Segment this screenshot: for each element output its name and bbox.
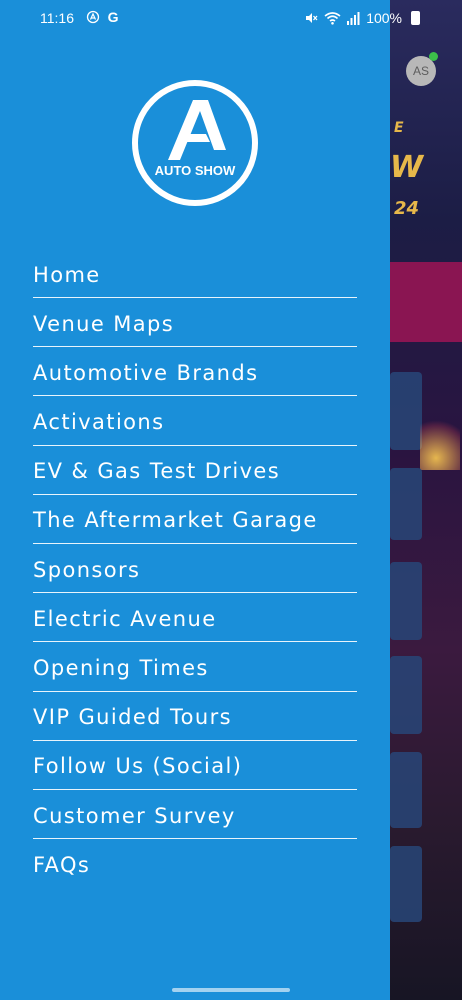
background-glow xyxy=(420,410,460,470)
navigation-drawer: AUTO SHOW Home Venue Maps Automotive Bra… xyxy=(0,0,390,1000)
menu-item-venue-maps[interactable]: Venue Maps xyxy=(33,299,357,348)
background-card xyxy=(390,656,422,734)
mute-icon xyxy=(306,13,318,23)
menu-item-label: Customer Survey xyxy=(33,803,236,828)
status-time: 11:16 xyxy=(40,10,74,26)
menu-item-label: Sponsors xyxy=(33,557,141,582)
menu-item-label: Electric Avenue xyxy=(33,606,217,631)
menu-item-automotive-brands[interactable]: Automotive Brands xyxy=(33,348,357,397)
menu-item-label: VIP Guided Tours xyxy=(33,705,232,730)
background-banner xyxy=(390,262,462,342)
background-card xyxy=(390,846,422,922)
menu-item-opening-times[interactable]: Opening Times xyxy=(33,644,357,692)
headline-fragment-2: W xyxy=(390,150,424,185)
background-headline: E W 24 xyxy=(390,120,462,240)
menu-item-electric-avenue[interactable]: Electric Avenue xyxy=(33,594,357,643)
battery-percent: 100% xyxy=(366,10,402,26)
google-icon: G xyxy=(107,9,119,25)
background-card xyxy=(390,468,422,540)
headline-fragment-3: 24 xyxy=(394,198,420,219)
home-indicator[interactable] xyxy=(172,988,290,992)
auto-show-logo: AUTO SHOW xyxy=(130,78,260,208)
menu-item-aftermarket-garage[interactable]: The Aftermarket Garage xyxy=(33,496,357,544)
menu-item-sponsors[interactable]: Sponsors xyxy=(33,545,357,594)
menu-item-label: Venue Maps xyxy=(33,311,175,336)
menu-item-customer-survey[interactable]: Customer Survey xyxy=(33,791,357,840)
menu-item-label: Automotive Brands xyxy=(33,360,259,385)
menu-item-home[interactable]: Home xyxy=(33,250,357,298)
online-status-dot xyxy=(429,52,438,61)
headline-fragment-1: E xyxy=(394,120,404,136)
menu-item-faqs[interactable]: FAQs xyxy=(33,840,357,888)
alert-icon xyxy=(86,10,100,24)
menu-item-label: FAQs xyxy=(33,853,91,878)
status-left-icons: G xyxy=(86,9,119,25)
menu-item-label: Follow Us (Social) xyxy=(33,754,243,779)
background-card xyxy=(390,752,422,828)
drawer-menu: Home Venue Maps Automotive Brands Activa… xyxy=(33,250,357,889)
status-bar: 11:16 G 100% xyxy=(0,0,462,36)
battery-icon xyxy=(411,11,420,25)
background-card xyxy=(390,372,422,450)
signal-icon xyxy=(347,11,360,25)
menu-item-vip-tours[interactable]: VIP Guided Tours xyxy=(33,693,357,741)
background-card xyxy=(390,562,422,640)
menu-item-label: Activations xyxy=(33,410,165,435)
menu-item-label: EV & Gas Test Drives xyxy=(33,459,281,484)
wifi-icon xyxy=(324,12,341,25)
menu-item-activations[interactable]: Activations xyxy=(33,398,357,446)
logo-emblem: AUTO SHOW xyxy=(132,80,258,206)
logo-text: AUTO SHOW xyxy=(155,163,236,178)
avatar-initials: AS xyxy=(412,64,429,78)
status-right-icons: 100% xyxy=(304,10,420,26)
menu-item-follow-us[interactable]: Follow Us (Social) xyxy=(33,742,357,790)
menu-item-label: Opening Times xyxy=(33,656,209,680)
menu-item-label: The Aftermarket Garage xyxy=(33,508,318,533)
menu-item-label: Home xyxy=(33,262,101,287)
menu-item-test-drives[interactable]: EV & Gas Test Drives xyxy=(33,447,357,495)
